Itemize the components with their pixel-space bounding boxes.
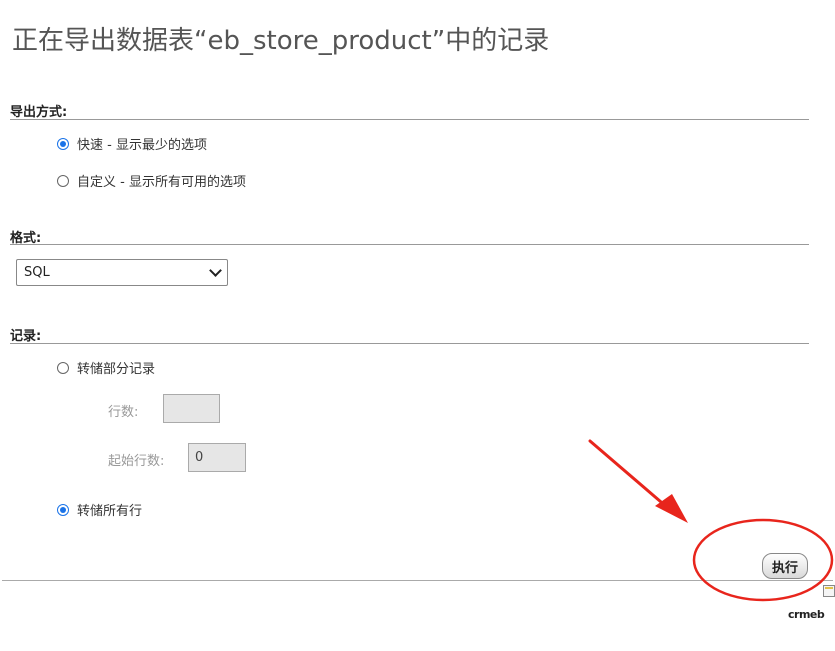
export-quick-option[interactable]: 快速 - 显示最少的选项: [57, 134, 207, 153]
start-row-label: 起始行数:: [108, 454, 165, 469]
dump-all-radio[interactable]: [57, 503, 69, 516]
records-legend: 记录:: [10, 329, 42, 344]
dump-all-option[interactable]: 转储所有行: [57, 500, 142, 519]
row-count-input[interactable]: [163, 394, 220, 423]
dump-partial-option[interactable]: 转储部分记录: [57, 358, 155, 377]
start-row-input[interactable]: 0: [188, 443, 246, 472]
page-title: 正在导出数据表“eb_store_product”中的记录: [12, 26, 550, 56]
execute-button[interactable]: 执行: [762, 553, 808, 579]
row-count-label: 行数:: [108, 405, 139, 420]
export-custom-option[interactable]: 自定义 - 显示所有可用的选项: [57, 171, 246, 190]
dump-partial-label: 转储部分记录: [77, 362, 156, 377]
export-method-legend: 导出方式:: [10, 105, 68, 120]
format-divider: [10, 244, 809, 245]
footer-divider: [2, 580, 833, 581]
export-custom-radio[interactable]: [57, 174, 69, 187]
chevron-down-icon: [209, 264, 222, 277]
export-method-divider: [10, 119, 809, 120]
annotation-overlay: [588, 439, 834, 602]
records-divider: [10, 343, 809, 344]
notepad-icon: [823, 585, 835, 597]
export-quick-label: 快速 - 显示最少的选项: [77, 138, 207, 153]
watermark-logo: crmeb: [788, 608, 825, 621]
export-quick-radio[interactable]: [57, 137, 69, 150]
dump-all-label: 转储所有行: [77, 504, 143, 519]
export-custom-label: 自定义 - 显示所有可用的选项: [77, 175, 246, 190]
format-select-value: SQL: [24, 265, 50, 280]
annotation-arrow: [588, 439, 688, 523]
dump-partial-radio[interactable]: [57, 361, 69, 374]
format-select[interactable]: SQL: [16, 259, 228, 286]
